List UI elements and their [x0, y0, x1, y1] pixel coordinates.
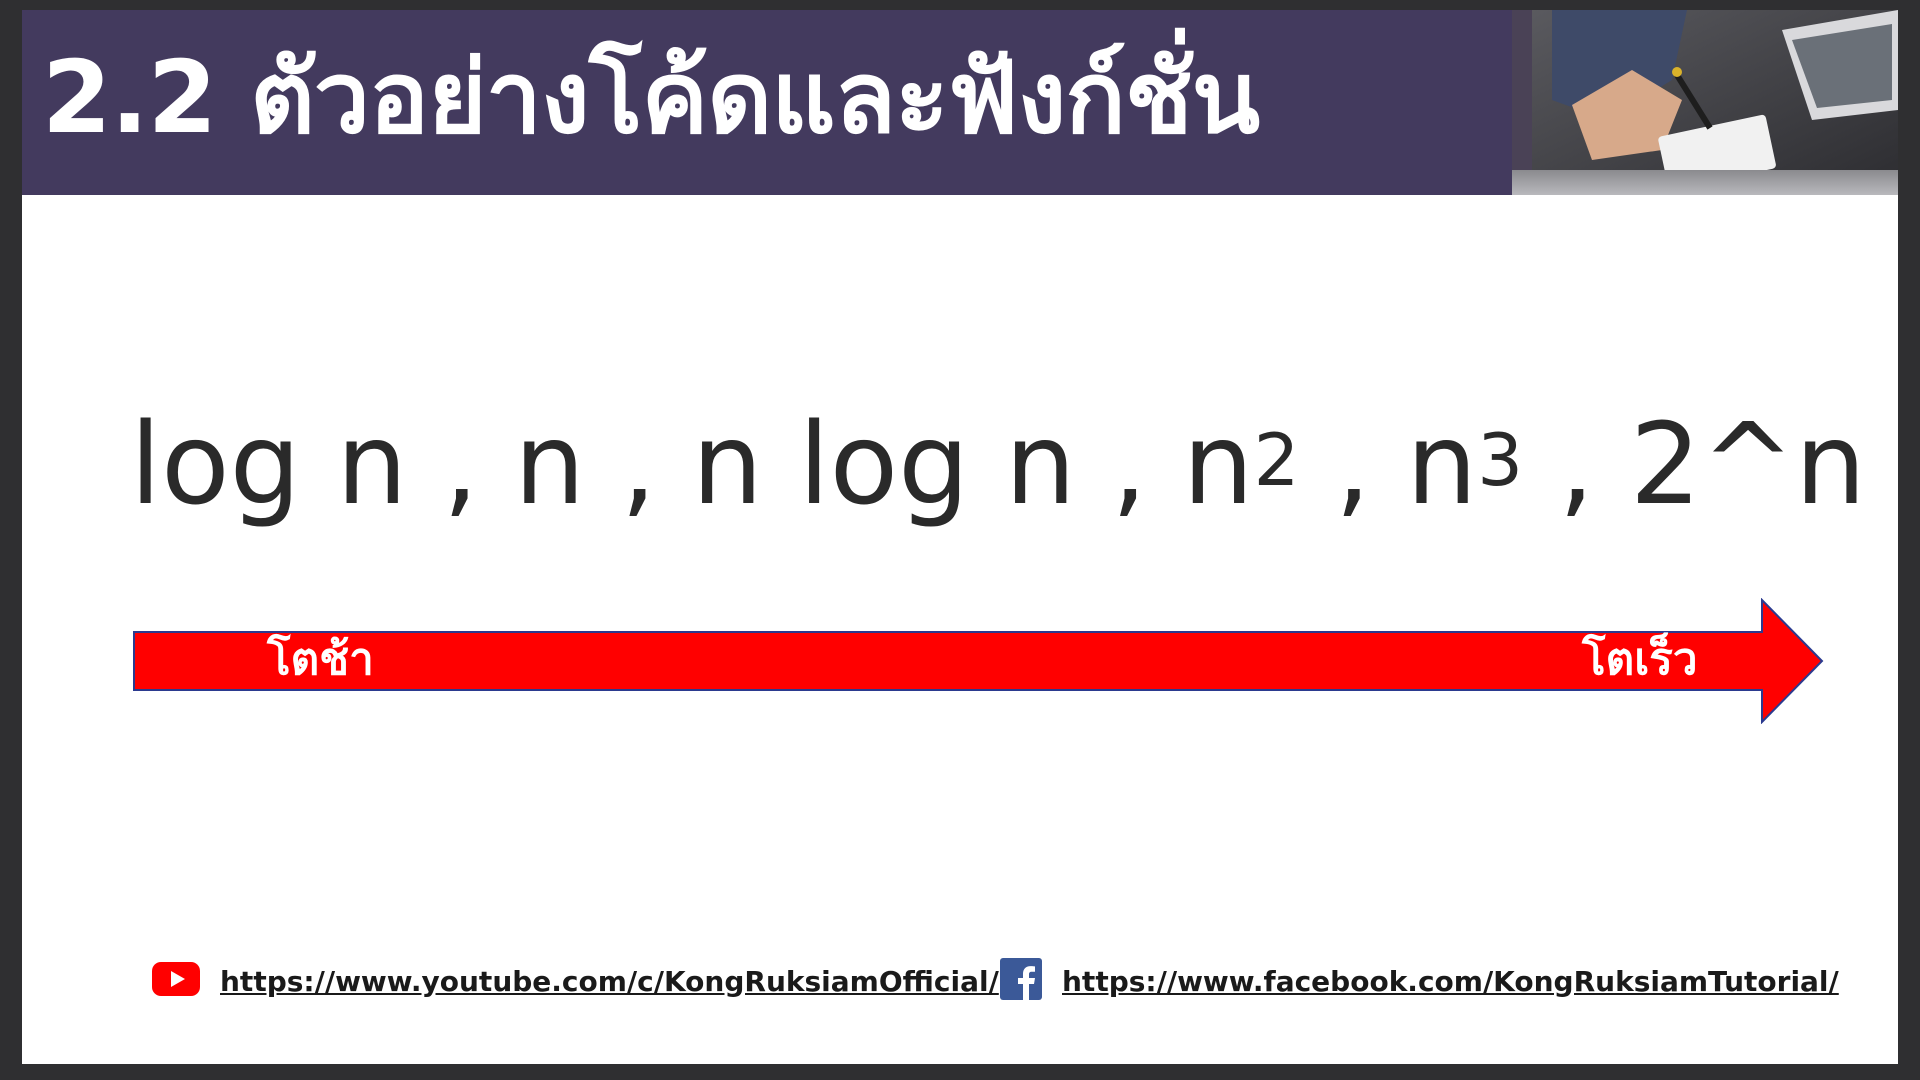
facebook-link[interactable]: https://www.facebook.com/KongRuksiamTuto… [1062, 965, 1839, 998]
facebook-icon[interactable] [1000, 958, 1042, 1004]
growth-functions-formula: log n , n , n log n , n2 , n3 , 2^n [130, 400, 1866, 543]
formula-part-1: log n , n , n log n , n [130, 400, 1254, 530]
slow-growth-label: โตช้า [267, 634, 374, 685]
fast-growth-label: โตเร็ว [1582, 634, 1698, 685]
office-photo-illustration [1512, 10, 1898, 195]
facebook-link-row: https://www.facebook.com/KongRuksiamTuto… [1000, 955, 1839, 1007]
exponent-3: 3 [1477, 418, 1524, 502]
social-links: https://www.youtube.com/c/KongRuksiamOff… [152, 955, 1852, 1015]
youtube-icon[interactable] [152, 962, 200, 1000]
slide: 2.2 ตัวอย่างโค้ดและฟังก์ชั่น log n , n ,… [22, 10, 1898, 1064]
presentation-frame: 2.2 ตัวอย่างโค้ดและฟังก์ชั่น log n , n ,… [0, 0, 1920, 1080]
slide-title: 2.2 ตัวอย่างโค้ดและฟังก์ชั่น [42, 39, 1260, 156]
exponent-2: 2 [1253, 418, 1300, 502]
title-bar: 2.2 ตัวอย่างโค้ดและฟังก์ชั่น [22, 10, 1898, 195]
youtube-link[interactable]: https://www.youtube.com/c/KongRuksiamOff… [220, 965, 999, 998]
formula-part-3: , 2^n [1523, 400, 1866, 530]
growth-arrow: โตช้า โตเร็ว [132, 598, 1842, 724]
youtube-link-row: https://www.youtube.com/c/KongRuksiamOff… [152, 955, 999, 1007]
office-photo-icon [1512, 10, 1898, 195]
formula-part-2: , n [1299, 400, 1478, 530]
